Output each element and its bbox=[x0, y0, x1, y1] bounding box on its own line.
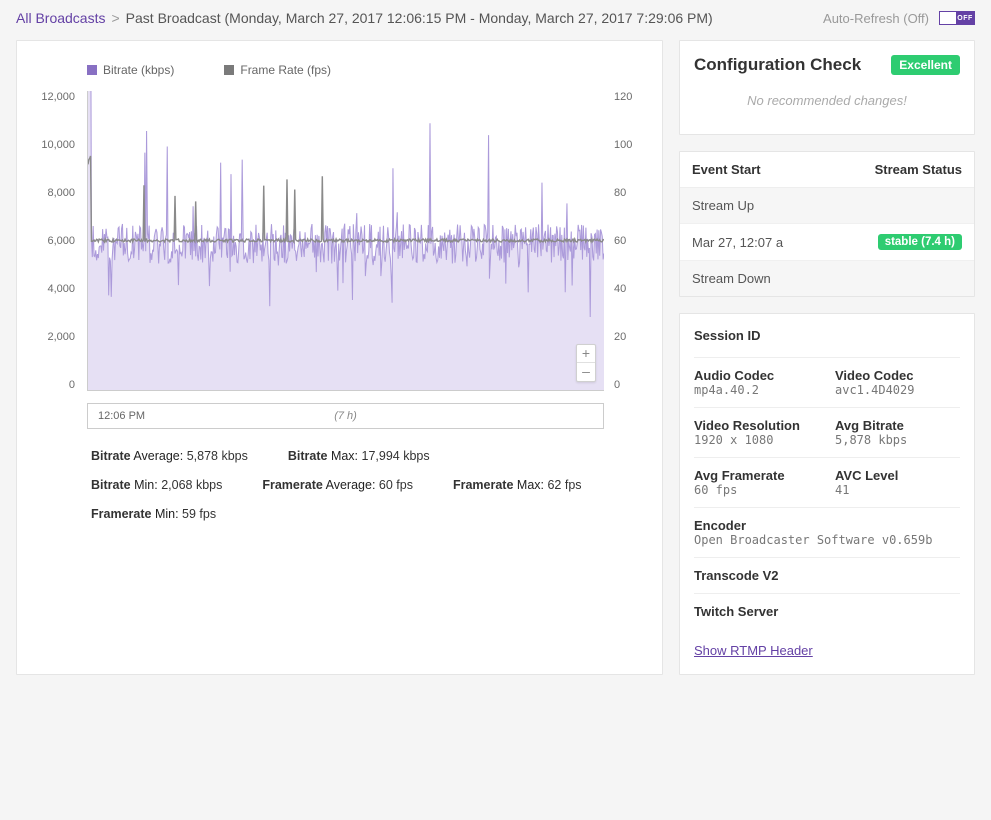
y-tick: 60 bbox=[608, 235, 644, 247]
video-resolution-value: 1920 x 1080 bbox=[694, 433, 819, 447]
event-label: Mar 27, 12:07 a bbox=[692, 235, 783, 250]
zoom-in-button[interactable]: + bbox=[577, 345, 595, 363]
avg-bitrate-value: 5,878 kbps bbox=[835, 433, 960, 447]
audio-codec-value: mp4a.40.2 bbox=[694, 383, 819, 397]
avg-bitrate-label: Avg Bitrate bbox=[835, 418, 960, 433]
avc-level-label: AVC Level bbox=[835, 468, 960, 483]
session-row: Encoder Open Broadcaster Software v0.659… bbox=[694, 507, 960, 557]
breadcrumb-root-link[interactable]: All Broadcasts bbox=[16, 10, 105, 26]
event-label: Stream Down bbox=[692, 271, 771, 286]
plot-area[interactable]: + – bbox=[87, 91, 604, 391]
event-label: Stream Up bbox=[692, 198, 754, 213]
y-tick: 0 bbox=[608, 379, 644, 391]
events-panel: Event Start Stream Status Stream Up Mar … bbox=[679, 151, 975, 297]
zoom-controls: + – bbox=[576, 344, 596, 382]
transcode-label: Transcode V2 bbox=[694, 568, 960, 583]
toggle-knob: OFF bbox=[956, 12, 974, 24]
stat-bitrate-avg: Bitrate Average: 5,878 kbps bbox=[91, 447, 248, 466]
square-icon bbox=[87, 65, 97, 75]
stat-bitrate-max: Bitrate Max: 17,994 kbps bbox=[288, 447, 430, 466]
chart-panel: Bitrate (kbps) Frame Rate (fps) 12,000 1… bbox=[16, 40, 663, 675]
y-tick: 0 bbox=[35, 379, 81, 391]
y-axis-left: 12,000 10,000 8,000 6,000 4,000 2,000 0 bbox=[35, 91, 81, 391]
status-badge: stable (7.4 h) bbox=[878, 234, 962, 250]
show-rtmp-header-link[interactable]: Show RTMP Header bbox=[694, 629, 960, 658]
avg-framerate-value: 60 fps bbox=[694, 483, 819, 497]
y-tick: 100 bbox=[608, 139, 644, 151]
video-codec-value: avc1.4D4029 bbox=[835, 383, 960, 397]
config-title: Configuration Check bbox=[694, 55, 861, 75]
events-col-status: Stream Status bbox=[875, 162, 962, 177]
events-col-start: Event Start bbox=[692, 162, 761, 177]
zoom-out-button[interactable]: – bbox=[577, 363, 595, 381]
time-range-bar[interactable]: 12:06 PM (7 h) bbox=[87, 403, 604, 429]
session-panel: Session ID Audio Codec mp4a.40.2 Video C… bbox=[679, 313, 975, 675]
session-row: Audio Codec mp4a.40.2 Video Codec avc1.4… bbox=[694, 357, 960, 407]
legend-framerate[interactable]: Frame Rate (fps) bbox=[224, 63, 331, 77]
legend-bitrate[interactable]: Bitrate (kbps) bbox=[87, 63, 174, 77]
video-resolution-label: Video Resolution bbox=[694, 418, 819, 433]
topbar: All Broadcasts > Past Broadcast (Monday,… bbox=[0, 0, 991, 40]
breadcrumb-sep: > bbox=[111, 10, 119, 26]
stat-framerate-avg: Framerate Average: 60 fps bbox=[262, 476, 413, 495]
square-icon bbox=[224, 65, 234, 75]
legend-framerate-label: Frame Rate (fps) bbox=[240, 63, 331, 77]
auto-refresh-label: Auto-Refresh (Off) bbox=[823, 11, 929, 26]
range-span: (7 h) bbox=[334, 410, 357, 422]
session-id-label: Session ID bbox=[694, 326, 960, 357]
y-tick: 40 bbox=[608, 283, 644, 295]
chart-legend: Bitrate (kbps) Frame Rate (fps) bbox=[35, 59, 644, 85]
y-tick: 20 bbox=[608, 331, 644, 343]
encoder-label: Encoder bbox=[694, 518, 960, 533]
session-row: Twitch Server bbox=[694, 593, 960, 629]
session-row: Avg Framerate 60 fps AVC Level 41 bbox=[694, 457, 960, 507]
session-row: Video Resolution 1920 x 1080 Avg Bitrate… bbox=[694, 407, 960, 457]
breadcrumb-title: Past Broadcast (Monday, March 27, 2017 1… bbox=[126, 10, 713, 26]
config-message: No recommended changes! bbox=[694, 89, 960, 114]
event-row[interactable]: Stream Up bbox=[680, 188, 974, 224]
event-row[interactable]: Stream Down bbox=[680, 261, 974, 296]
y-tick: 12,000 bbox=[35, 91, 81, 103]
range-start: 12:06 PM bbox=[98, 410, 145, 422]
y-tick: 6,000 bbox=[35, 235, 81, 247]
legend-bitrate-label: Bitrate (kbps) bbox=[103, 63, 174, 77]
session-row: Transcode V2 bbox=[694, 557, 960, 593]
config-check-panel: Configuration Check Excellent No recomme… bbox=[679, 40, 975, 135]
y-axis-right: 120 100 80 60 40 20 0 bbox=[608, 91, 644, 391]
stat-framerate-min: Framerate Min: 59 fps bbox=[91, 505, 216, 524]
stat-bitrate-min: Bitrate Min: 2,068 kbps bbox=[91, 476, 222, 495]
y-tick: 2,000 bbox=[35, 331, 81, 343]
twitch-server-label: Twitch Server bbox=[694, 604, 960, 619]
video-codec-label: Video Codec bbox=[835, 368, 960, 383]
y-tick: 4,000 bbox=[35, 283, 81, 295]
y-tick: 120 bbox=[608, 91, 644, 103]
config-badge: Excellent bbox=[891, 55, 960, 75]
avg-framerate-label: Avg Framerate bbox=[694, 468, 819, 483]
event-row[interactable]: Mar 27, 12:07 a stable (7.4 h) bbox=[680, 224, 974, 261]
stat-framerate-max: Framerate Max: 62 fps bbox=[453, 476, 582, 495]
chart-area[interactable]: 12,000 10,000 8,000 6,000 4,000 2,000 0 … bbox=[35, 91, 644, 391]
encoder-value: Open Broadcaster Software v0.659b bbox=[694, 533, 960, 547]
y-tick: 10,000 bbox=[35, 139, 81, 151]
plot-svg bbox=[88, 91, 604, 390]
stats-block: Bitrate Average: 5,878 kbps Bitrate Max:… bbox=[91, 447, 644, 523]
main: Bitrate (kbps) Frame Rate (fps) 12,000 1… bbox=[0, 40, 991, 691]
auto-refresh-toggle[interactable]: OFF bbox=[939, 11, 975, 25]
audio-codec-label: Audio Codec bbox=[694, 368, 819, 383]
right-column: Configuration Check Excellent No recomme… bbox=[679, 40, 975, 675]
y-tick: 8,000 bbox=[35, 187, 81, 199]
avc-level-value: 41 bbox=[835, 483, 960, 497]
y-tick: 80 bbox=[608, 187, 644, 199]
